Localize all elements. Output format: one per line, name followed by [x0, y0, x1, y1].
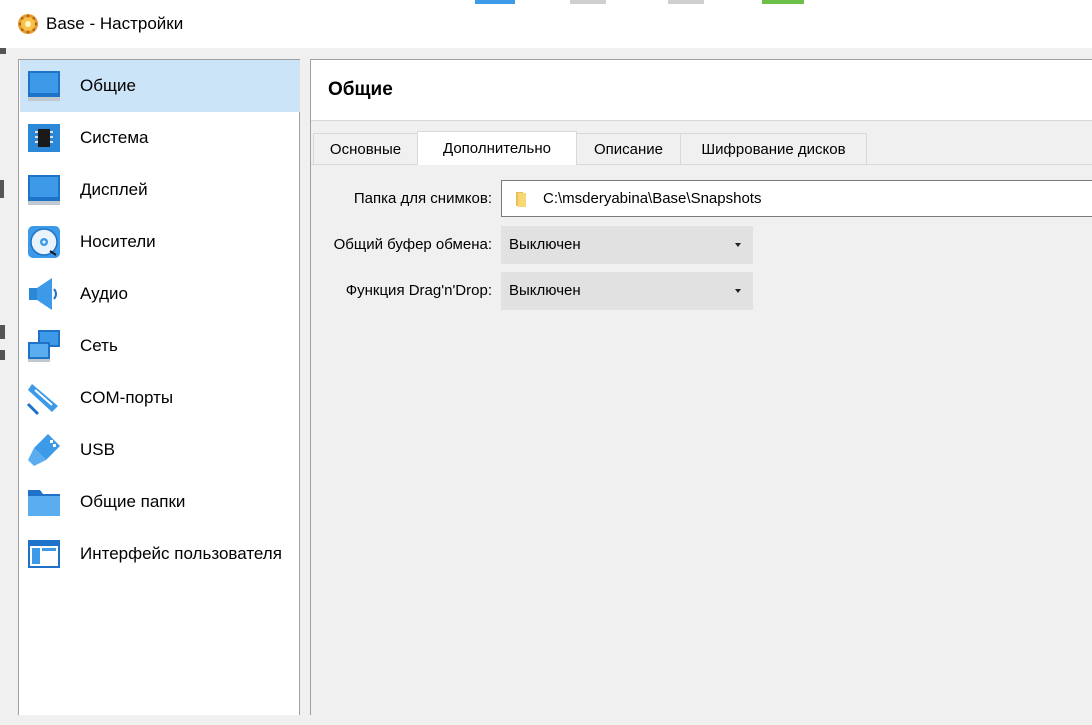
tab-basic[interactable]: Основные	[313, 133, 418, 164]
disc-icon	[28, 226, 60, 258]
settings-content: Общие Основные Дополнительно Описание Ши…	[310, 59, 1092, 725]
sidebar-item-label: Аудио	[80, 284, 128, 303]
monitor-icon	[28, 71, 60, 101]
shared-clipboard-combobox[interactable]: Выключен	[501, 226, 753, 264]
sidebar-item-user-interface[interactable]: Интерфейс пользователя	[20, 528, 300, 580]
display-icon	[28, 175, 60, 205]
tab-label: Основные	[329, 140, 402, 158]
sidebar-item-label: COM-порты	[80, 388, 174, 407]
snapshot-folder-label: Папка для снимков:	[353, 190, 492, 207]
sidebar-item-general[interactable]: Общие	[20, 60, 300, 112]
tab-advanced[interactable]: Дополнительно	[417, 131, 577, 165]
window-titlebar[interactable]: Base - Настройки	[0, 0, 1092, 48]
window-title: Base - Настройки	[46, 14, 184, 33]
shared-clipboard-label: Общий буфер обмена:	[333, 236, 492, 253]
drag-drop-value: Выключен	[509, 282, 581, 299]
page-title: Общие	[328, 79, 393, 100]
shared-clipboard-value: Выключен	[509, 236, 581, 253]
network-icon	[28, 330, 60, 362]
sidebar-item-label: Общие	[80, 76, 136, 95]
chip-icon	[28, 124, 60, 152]
speaker-icon	[29, 278, 57, 310]
snapshot-folder-value: C:\msderyabina\Base\Snapshots	[543, 190, 762, 207]
tab-bar: Основные Дополнительно Описание Шифрован…	[313, 131, 1092, 165]
drag-drop-combobox[interactable]: Выключен	[501, 272, 753, 310]
sidebar-item-label: USB	[80, 440, 115, 459]
sidebar-item-label: Система	[80, 128, 149, 147]
background-mark	[0, 180, 4, 198]
sidebar-item-label: Сеть	[80, 336, 118, 355]
tab-label: Шифрование дисков	[701, 140, 846, 158]
sidebar-item-display[interactable]: Дисплей	[20, 164, 300, 216]
settings-sidebar: Общие Система Дисплей Носители Аудио Сет…	[18, 59, 300, 715]
tab-label: Дополнительно	[443, 140, 551, 157]
sidebar-item-storage[interactable]: Носители	[20, 216, 300, 268]
virtualbox-app-icon	[18, 14, 38, 34]
sidebar-item-label: Носители	[80, 232, 156, 251]
sidebar-item-com-ports[interactable]: COM-порты	[20, 372, 300, 424]
advanced-tab-panel: Папка для снимков: C:\msderyabina\Base\S…	[311, 164, 1092, 725]
background-window-remnant	[668, 0, 704, 4]
content-header: Общие	[311, 60, 1092, 121]
background-window-remnant	[475, 0, 515, 4]
snapshot-folder-selector[interactable]: C:\msderyabina\Base\Snapshots	[501, 180, 1092, 217]
sidebar-item-usb[interactable]: USB	[20, 424, 300, 476]
tab-widget: Основные Дополнительно Описание Шифрован…	[311, 121, 1092, 725]
background-window-remnant	[762, 0, 804, 4]
usb-icon	[28, 434, 60, 466]
sidebar-item-label: Общие папки	[80, 492, 186, 511]
dropdown-arrow-icon	[735, 289, 741, 293]
sidebar-item-label: Дисплей	[80, 180, 148, 199]
sidebar-item-label: Интерфейс пользователя	[80, 544, 282, 563]
background-window-remnant	[570, 0, 606, 4]
folder-icon	[28, 490, 60, 516]
folder-icon	[516, 192, 526, 207]
sidebar-item-audio[interactable]: Аудио	[20, 268, 300, 320]
sidebar-item-system[interactable]: Система	[20, 112, 300, 164]
drag-drop-label: Функция Drag'n'Drop:	[345, 282, 492, 299]
sidebar-item-shared-folders[interactable]: Общие папки	[20, 476, 300, 528]
background-mark	[0, 325, 5, 339]
ui-window-icon	[28, 540, 60, 568]
tab-label: Описание	[593, 140, 664, 158]
dropdown-arrow-icon	[735, 243, 741, 247]
tab-description[interactable]: Описание	[576, 133, 681, 164]
tab-disk-encryption[interactable]: Шифрование дисков	[680, 133, 867, 164]
background-window-edge	[0, 0, 18, 715]
sidebar-item-network[interactable]: Сеть	[20, 320, 300, 372]
serial-port-icon	[26, 384, 58, 416]
background-mark	[0, 350, 5, 360]
